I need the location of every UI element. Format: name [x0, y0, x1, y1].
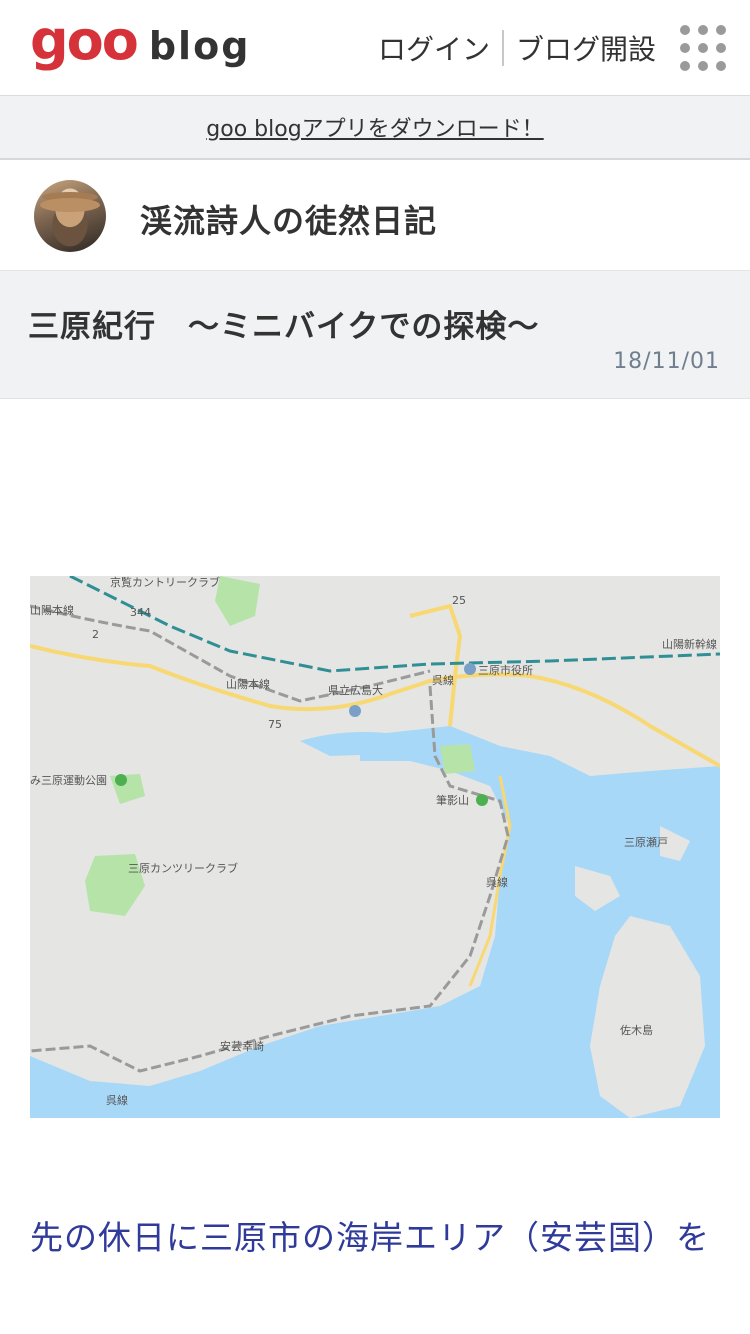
map-label-strait: 三原瀬戸: [624, 835, 668, 849]
goo-logo-text: goo: [30, 9, 139, 72]
grid-menu-icon[interactable]: [680, 25, 726, 71]
map-label-country-club: 京覧カントリークラブ: [110, 576, 220, 589]
map-label-kure-line-3: 呉線: [106, 1093, 128, 1107]
university-pin-icon: [349, 705, 361, 717]
blog-header: 渓流詩人の徒然日記: [0, 160, 750, 271]
map-label-route-75: 75: [268, 718, 282, 731]
map-label-sanyo-line: 山陽本線: [226, 677, 270, 691]
map-label-country-club-2: 三原カンツリークラブ: [128, 861, 238, 875]
header-nav: ログイン ブログ開設: [378, 28, 656, 68]
map-label-kure-line-1: 呉線: [432, 673, 454, 687]
article-map-image[interactable]: 京覧カントリークラブ 山陽本線 344 2 25 山陽新幹線 三原市役所 県立広…: [30, 576, 720, 1118]
map-label-route-2: 2: [92, 628, 99, 641]
mountain-pin-icon: [476, 794, 488, 806]
map-label-university: 県立広島大: [328, 683, 383, 697]
nav-divider: [501, 30, 504, 66]
article-title: 三原紀行 ～ミニバイクでの探検～: [28, 309, 540, 345]
map-label-sagishima: 佐木島: [620, 1023, 653, 1037]
map-label-fudekage: 筆影山: [436, 793, 469, 807]
map-label-aki-saiwaizaki: 安芸幸崎: [220, 1039, 264, 1053]
app-download-banner: goo blogアプリをダウンロード！: [0, 96, 750, 160]
goo-blog-logo[interactable]: goo blog: [30, 14, 251, 74]
blog-avatar[interactable]: [34, 180, 106, 252]
map-label-sanyo-line-left: 山陽本線: [30, 603, 74, 617]
create-blog-link[interactable]: ブログ開設: [516, 28, 656, 68]
map-label-city-hall: 三原市役所: [478, 663, 533, 677]
map-label-route-344: 344: [130, 606, 151, 619]
map-graphic: 京覧カントリークラブ 山陽本線 344 2 25 山陽新幹線 三原市役所 県立広…: [30, 576, 720, 1118]
map-label-sports-park: み三原運動公園: [30, 773, 107, 787]
article-intro-text: 先の休日に三原市の海岸エリア（安芸国）を: [30, 1218, 710, 1257]
blog-logo-text: blog: [148, 24, 251, 68]
map-label-shinkansen: 山陽新幹線: [662, 637, 717, 651]
map-label-route-25: 25: [452, 594, 466, 607]
login-link[interactable]: ログイン: [378, 28, 490, 68]
map-label-kure-line-2: 呉線: [486, 875, 508, 889]
park-pin-icon: [115, 774, 127, 786]
article-date: 18/11/01: [613, 349, 720, 374]
city-hall-pin-icon: [464, 663, 476, 675]
blog-title[interactable]: 渓流詩人の徒然日記: [140, 196, 437, 242]
app-download-link[interactable]: goo blogアプリをダウンロード！: [206, 111, 543, 143]
article-header: 三原紀行 ～ミニバイクでの探検～ 18/11/01: [0, 271, 750, 399]
site-header: goo blog ログイン ブログ開設: [0, 0, 750, 96]
